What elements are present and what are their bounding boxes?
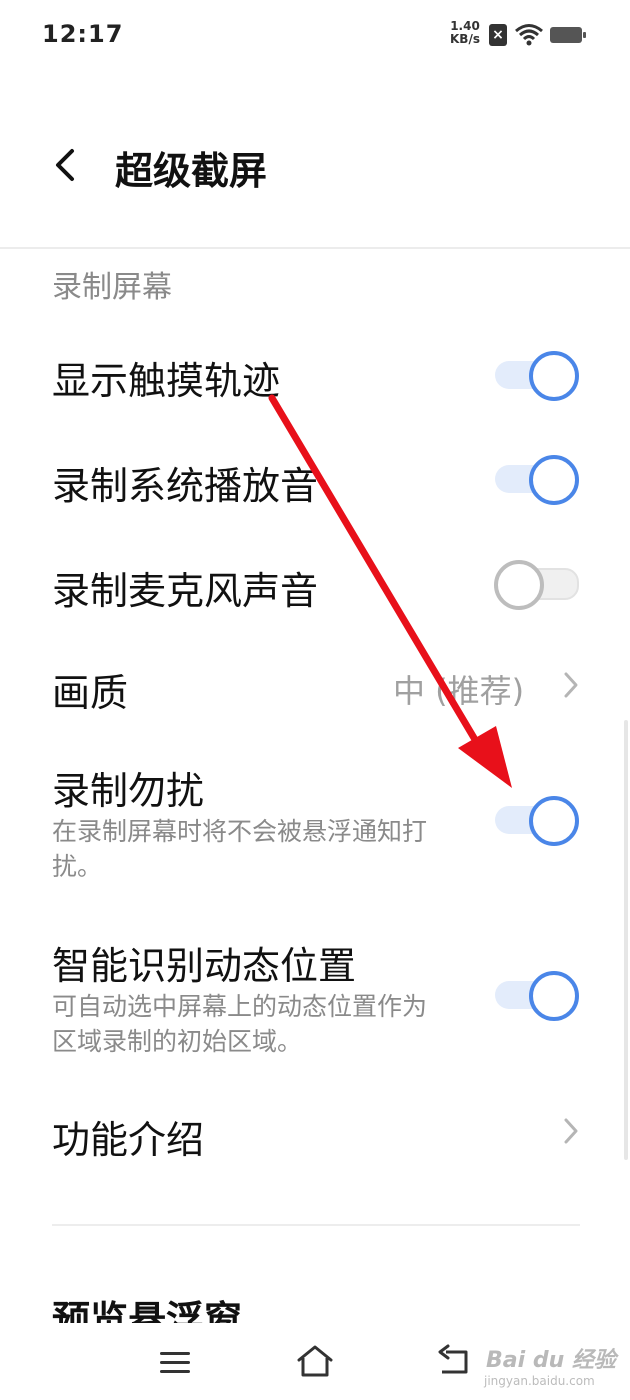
toggle-switch[interactable] (495, 350, 579, 401)
quality-value: 中 (推荐) (393, 672, 525, 710)
battery-icon (550, 27, 586, 43)
toggle-knob (494, 560, 544, 610)
status-time: 12:17 (42, 20, 124, 48)
setting-description: 在录制屏幕时将不会被悬浮通知打扰。 (52, 817, 428, 881)
setting-row-feature-intro[interactable]: 功能介绍 (0, 1097, 630, 1167)
setting-description: 可自动选中屏幕上的动态位置作为区域录制的初始区域。 (52, 992, 428, 1056)
menu-icon[interactable] (158, 1348, 192, 1378)
setting-row-quality[interactable]: 画质 中 (推荐) (0, 650, 630, 720)
scrollbar[interactable] (624, 720, 628, 1160)
toggle-switch[interactable] (495, 795, 579, 846)
setting-row-smart-dynamic-detect[interactable]: 智能识别动态位置 可自动选中屏幕上的动态位置作为区域录制的初始区域。 (0, 925, 630, 1065)
setting-row-do-not-disturb[interactable]: 录制勿扰 在录制屏幕时将不会被悬浮通知打扰。 (0, 750, 630, 890)
setting-row-record-system-audio[interactable]: 录制系统播放音 (0, 443, 630, 513)
toggle-knob (529, 455, 579, 505)
next-section-title: 预览悬浮窗 (52, 1298, 243, 1323)
setting-title: 画质 (52, 671, 129, 715)
watermark-url: jingyan.baidu.com (484, 1374, 595, 1388)
toggle-switch[interactable] (495, 454, 579, 505)
section-divider (52, 1224, 580, 1226)
toggle-switch[interactable] (494, 559, 579, 610)
setting-title: 显示触摸轨迹 (52, 359, 281, 403)
setting-title: 录制麦克风声音 (52, 569, 319, 613)
status-bar: 12:17 1.40 KB/s × (0, 0, 630, 70)
sim-icon: × (489, 24, 507, 46)
setting-title: 录制系统播放音 (52, 464, 319, 508)
setting-title: 功能介绍 (52, 1118, 205, 1162)
watermark-logo: Bai du 经验 (486, 1348, 616, 1373)
setting-title: 智能识别动态位置 (52, 944, 357, 988)
setting-row-record-mic-audio[interactable]: 录制麦克风声音 (0, 548, 630, 618)
back-nav-icon[interactable] (436, 1344, 474, 1378)
back-icon[interactable] (50, 145, 80, 185)
network-speed: 1.40 KB/s (447, 20, 483, 46)
chevron-right-icon (564, 672, 578, 698)
page-title: 超级截屏 (115, 149, 268, 193)
chevron-right-icon (564, 1118, 578, 1144)
header: 超级截屏 (0, 100, 630, 240)
section-label: 录制屏幕 (52, 270, 172, 305)
toggle-knob (529, 351, 579, 401)
setting-title: 录制勿扰 (52, 769, 205, 813)
setting-row-show-touch-trail[interactable]: 显示触摸轨迹 (0, 340, 630, 410)
header-divider (0, 247, 630, 249)
wifi-icon (515, 24, 543, 46)
toggle-knob (529, 971, 579, 1021)
toggle-knob (529, 796, 579, 846)
toggle-switch[interactable] (495, 970, 579, 1021)
home-icon[interactable] (295, 1342, 335, 1380)
network-speed-unit: KB/s (450, 32, 480, 46)
